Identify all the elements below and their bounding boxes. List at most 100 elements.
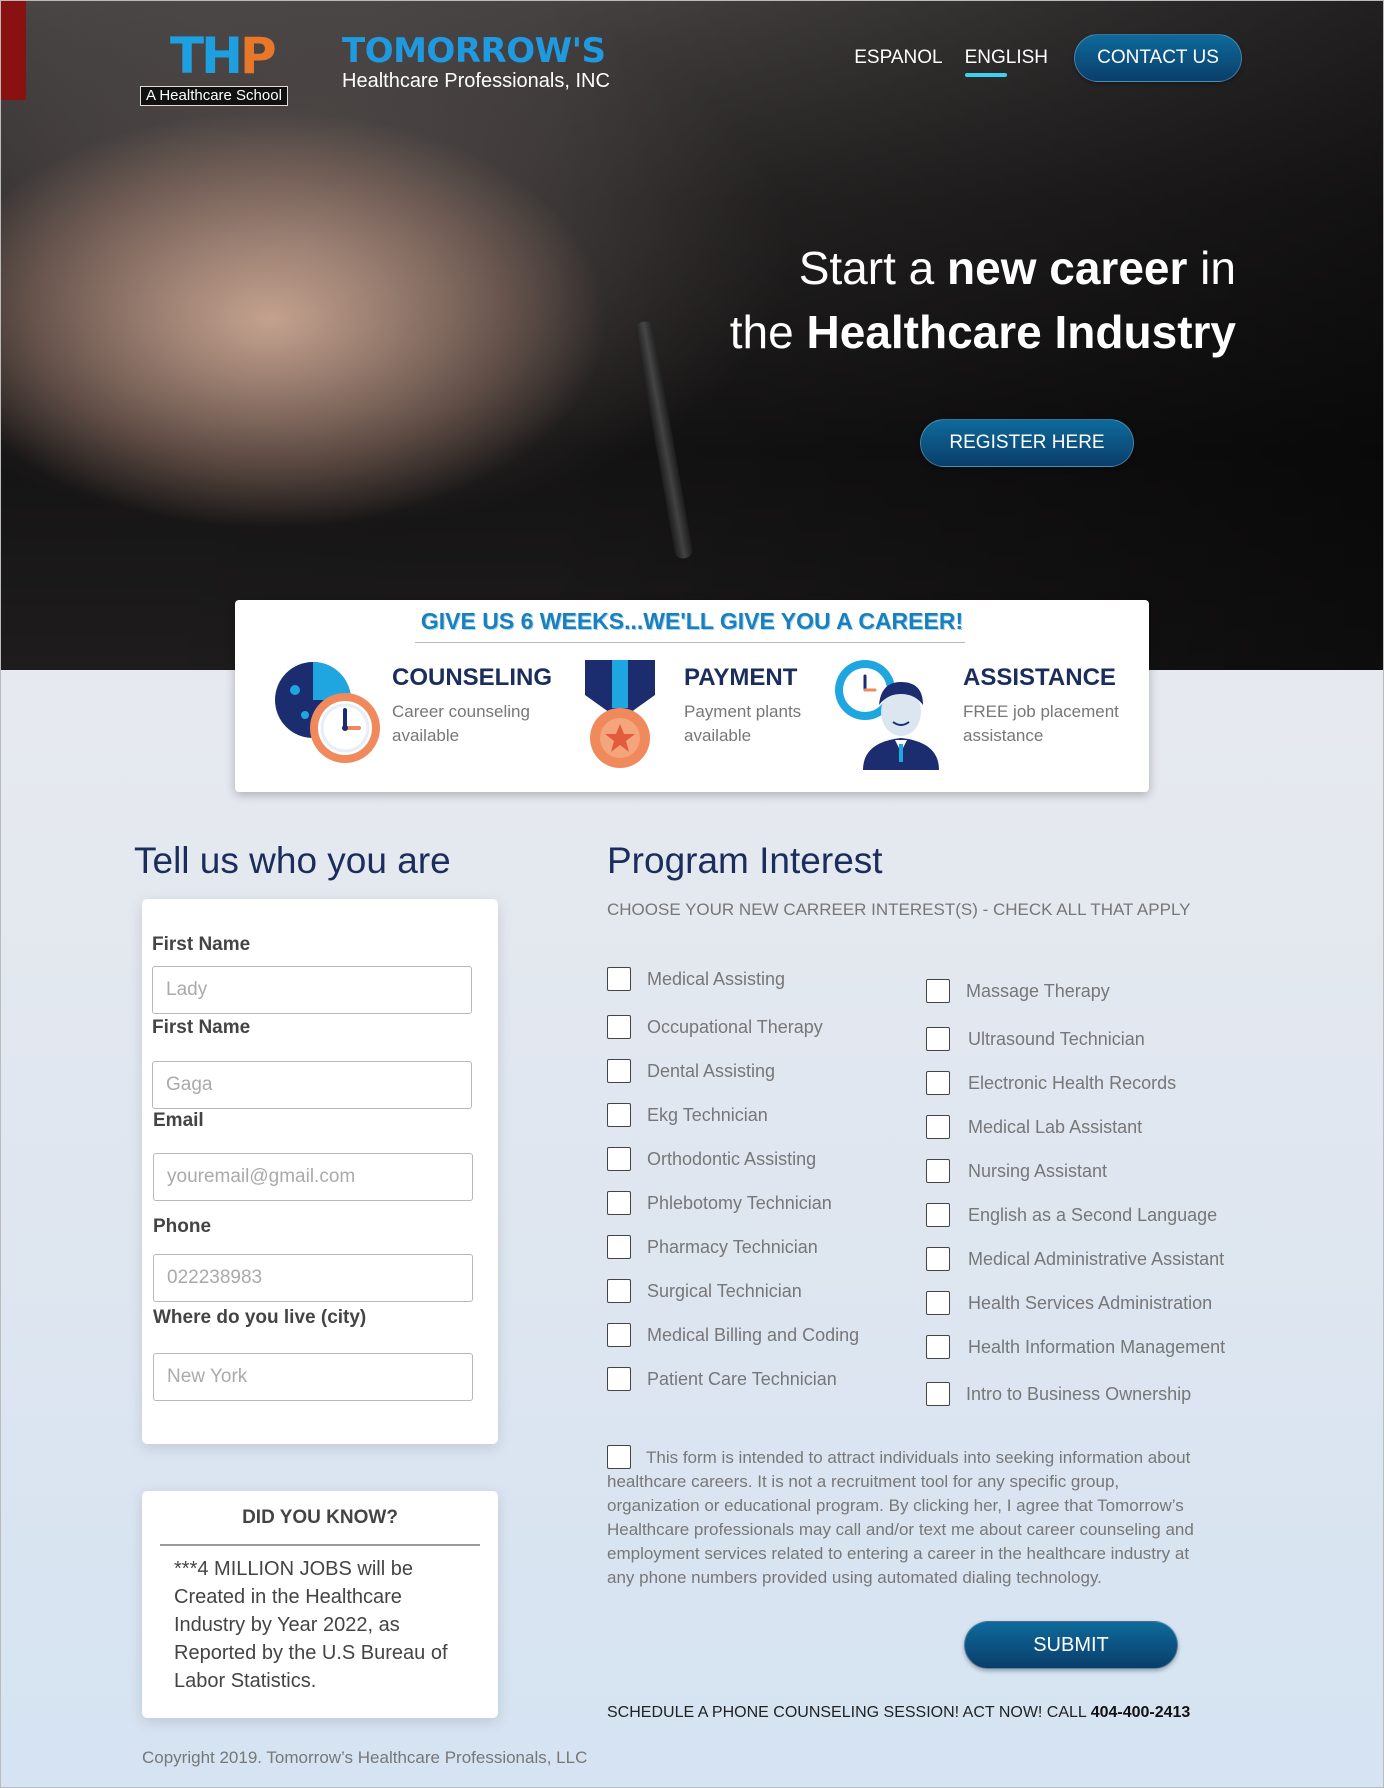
checkbox[interactable] [607, 1367, 631, 1391]
program-option-label: Intro to Business Ownership [966, 1383, 1192, 1404]
program-subheading: CHOOSE YOUR NEW CARREER INTEREST(S) - CH… [607, 900, 1191, 919]
program-option[interactable]: Surgical Technician [607, 1278, 802, 1304]
feature-description: Payment plants available [684, 702, 802, 745]
submit-button[interactable]: SUBMIT [964, 1621, 1178, 1669]
checkbox[interactable] [607, 1279, 631, 1303]
headline-text: in [1187, 242, 1236, 294]
program-option-label: Patient Care Technician [647, 1368, 837, 1389]
program-option[interactable]: Medical Assisting [607, 966, 785, 992]
program-option-label: Medical Administrative Assistant [968, 1248, 1225, 1269]
program-option[interactable]: Health Services Administration [926, 1290, 1212, 1316]
program-option[interactable]: Dental Assisting [607, 1058, 775, 1084]
program-option-label: Health Services Administration [968, 1292, 1213, 1313]
email-input[interactable] [153, 1153, 473, 1201]
program-option-label: Phlebotomy Technician [647, 1192, 832, 1213]
feature-description: Career counseling available [392, 702, 530, 745]
program-option[interactable]: Ekg Technician [607, 1102, 768, 1128]
program-option[interactable]: Nursing Assistant [926, 1158, 1107, 1184]
checkbox[interactable] [607, 1015, 631, 1039]
program-option[interactable]: Pharmacy Technician [607, 1234, 818, 1260]
phone-label: Phone [153, 1216, 212, 1237]
form-heading: Tell us who you are [134, 840, 451, 881]
headline-text: the [729, 306, 807, 358]
program-option-label: Surgical Technician [647, 1280, 802, 1301]
program-option-label: Ultrasound Technician [968, 1028, 1145, 1049]
program-option[interactable]: Orthodontic Assisting [607, 1146, 816, 1172]
checkbox[interactable] [607, 1191, 631, 1215]
checkbox[interactable] [607, 1147, 631, 1171]
program-heading: Program Interest [607, 840, 883, 881]
brand-subtitle: Healthcare Professionals, INC [342, 70, 610, 92]
feature-title: PAYMENT [684, 664, 798, 691]
features-tagline: GIVE US 6 WEEKS...WE'LL GIVE YOU A CAREE… [420, 608, 964, 634]
program-option[interactable]: Medical Lab Assistant [926, 1114, 1142, 1140]
did-you-know-heading: DID YOU KNOW? [242, 1507, 398, 1528]
brand-title: TOMORROW'S [342, 31, 606, 71]
program-option[interactable]: Occupational Therapy [607, 1014, 823, 1040]
headline-emphasis: new career [947, 242, 1188, 294]
program-option-label: Orthodontic Assisting [647, 1148, 817, 1169]
schedule-call-text: SCHEDULE A PHONE COUNSELING SESSION! ACT… [607, 1704, 1190, 1722]
program-option[interactable]: Medical Billing and Coding [607, 1322, 859, 1348]
checkbox[interactable] [607, 967, 631, 991]
last-name-label: First Name [152, 1017, 251, 1038]
feature-title: COUNSELING [392, 664, 553, 691]
copyright-text: Copyright 2019. Tomorrow’s Healthcare Pr… [142, 1748, 588, 1767]
program-option[interactable]: Patient Care Technician [607, 1366, 837, 1392]
last-name-input[interactable] [152, 1061, 472, 1109]
nav-english-link[interactable]: ENGLISH [964, 47, 1048, 77]
headline-emphasis: Healthcare Industry [806, 306, 1236, 358]
phone-input[interactable] [153, 1254, 473, 1302]
program-option[interactable]: Medical Administrative Assistant [926, 1246, 1224, 1272]
did-you-know-text: ***4 MILLION JOBS will be Created in the… [174, 1558, 448, 1692]
clock-counseling-icon [275, 662, 380, 763]
contact-us-button[interactable]: CONTACT US [1074, 34, 1242, 82]
signup-form: First Name First Name Email Phone Where … [142, 899, 498, 1444]
checkbox[interactable] [607, 1059, 631, 1083]
headline-text: Start a [798, 242, 948, 294]
checkbox[interactable] [926, 979, 950, 1003]
register-here-button[interactable]: REGISTER HERE [920, 419, 1134, 467]
program-option-label: Medical Assisting [647, 968, 786, 989]
checkbox[interactable] [607, 1235, 631, 1259]
features-card: GIVE US 6 WEEKS...WE'LL GIVE YOU A CAREE… [235, 600, 1149, 792]
program-option[interactable]: Phlebotomy Technician [607, 1190, 832, 1216]
city-input[interactable] [153, 1353, 473, 1401]
email-label: Email [153, 1110, 204, 1131]
feature-title: ASSISTANCE [963, 664, 1116, 691]
program-option[interactable]: Intro to Business Ownership [926, 1381, 1191, 1407]
checkbox[interactable] [607, 1103, 631, 1127]
hero-headline: Start a new career in the Healthcare Ind… [730, 236, 1236, 364]
first-name-label: First Name [152, 934, 251, 955]
checkbox[interactable] [926, 1115, 950, 1139]
consent-checkbox[interactable] [607, 1445, 631, 1469]
program-option[interactable]: Health Information Management [926, 1334, 1225, 1360]
brand-name[interactable]: TOMORROW'S Healthcare Professionals, INC [342, 32, 610, 92]
checkbox[interactable] [926, 1335, 950, 1359]
program-option[interactable]: Ultrasound Technician [926, 1026, 1145, 1052]
checkbox[interactable] [926, 1291, 950, 1315]
did-you-know-card: DID YOU KNOW? ***4 MILLION JOBS will be … [142, 1491, 498, 1718]
schedule-label: SCHEDULE A PHONE COUNSELING SESSION! ACT… [607, 1704, 1091, 1721]
checkbox[interactable] [607, 1323, 631, 1347]
feature-description: FREE job placement assistance [963, 702, 1119, 745]
program-option-label: Pharmacy Technician [647, 1236, 818, 1257]
checkbox[interactable] [926, 1159, 950, 1183]
checkbox[interactable] [926, 1203, 950, 1227]
program-option-label: Medical Lab Assistant [968, 1116, 1143, 1137]
top-nav: ESPANOL ENGLISH CONTACT US [854, 34, 1242, 82]
nav-espanol-link[interactable]: ESPANOL [854, 47, 942, 69]
checkbox[interactable] [926, 1382, 950, 1406]
divider [160, 1544, 480, 1546]
phone-number[interactable]: 404-400-2413 [1091, 1704, 1191, 1721]
program-option-label: Medical Billing and Coding [647, 1324, 860, 1345]
hero-banner: THP A Healthcare School TOMORROW'S Healt… [0, 0, 1384, 670]
school-logo[interactable]: THP A Healthcare School [140, 28, 320, 106]
checkbox[interactable] [926, 1247, 950, 1271]
checkbox[interactable] [926, 1027, 950, 1051]
program-option[interactable]: Electronic Health Records [926, 1070, 1176, 1096]
program-option[interactable]: English as a Second Language [926, 1202, 1217, 1228]
program-option[interactable]: Massage Therapy [926, 978, 1110, 1004]
first-name-input[interactable] [152, 966, 472, 1014]
checkbox[interactable] [926, 1071, 950, 1095]
